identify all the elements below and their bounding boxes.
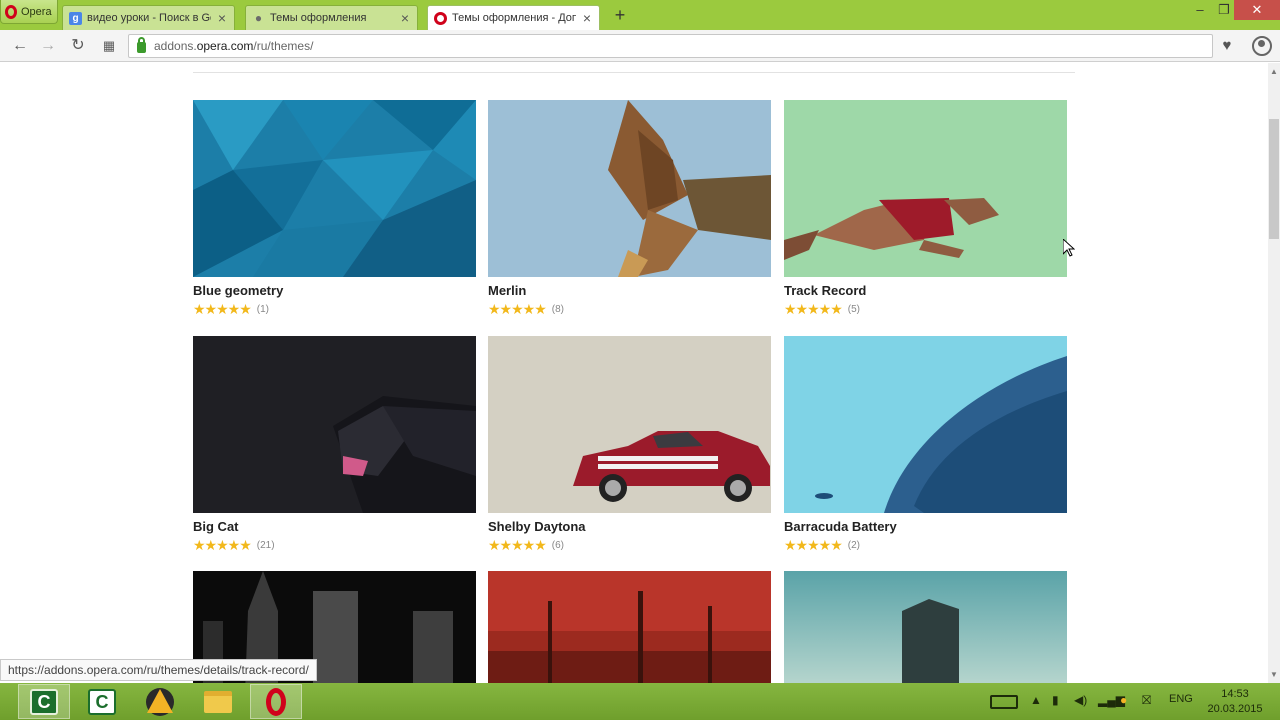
forward-icon[interactable]: → bbox=[38, 36, 58, 56]
speed-dial-grid-icon[interactable]: ▦ bbox=[99, 36, 119, 56]
camtasia-studio-icon[interactable]: C bbox=[76, 684, 128, 719]
network-icon[interactable]: ⛝ bbox=[1142, 693, 1151, 708]
rating-count: (2) bbox=[847, 539, 860, 551]
star-rating-icon: ★★★★★ bbox=[784, 301, 843, 317]
star-rating-icon: ★★★★★ bbox=[488, 301, 547, 317]
rating-count: (1) bbox=[256, 303, 269, 315]
tab-title: Темы оформления - Дополнения bbox=[452, 12, 576, 24]
back-icon[interactable]: ← bbox=[10, 36, 30, 56]
scroll-thumb[interactable] bbox=[1269, 119, 1279, 239]
theme-thumbnail[interactable] bbox=[488, 336, 771, 513]
theme-thumbnail[interactable] bbox=[488, 571, 771, 683]
theme-rating: ★★★★★ (2) bbox=[784, 538, 1067, 552]
opera-menu-button[interactable]: Opera bbox=[0, 0, 58, 24]
scroll-up-arrow-icon[interactable]: ▲ bbox=[1270, 67, 1278, 76]
rating-count: (21) bbox=[256, 539, 275, 551]
theme-card-track-record[interactable]: Track Record ★★★★★ (5) bbox=[784, 100, 1067, 316]
theme-thumbnail[interactable] bbox=[784, 336, 1067, 513]
touch-keyboard-icon[interactable] bbox=[990, 695, 1018, 709]
language-indicator[interactable]: ENG bbox=[1169, 693, 1193, 705]
close-tab-icon[interactable]: × bbox=[581, 10, 593, 26]
theme-rating: ★★★★★ (6) bbox=[488, 538, 771, 552]
theme-drop-icon: ● bbox=[254, 11, 263, 25]
new-tab-button[interactable]: + bbox=[611, 6, 629, 24]
theme-card-merlin[interactable]: Merlin ★★★★★ (8) bbox=[488, 100, 771, 316]
reload-icon[interactable]: ↻ bbox=[68, 36, 88, 56]
theme-thumbnail[interactable] bbox=[193, 336, 476, 513]
opera-icon[interactable] bbox=[250, 684, 302, 719]
tab-themes[interactable]: ● Темы оформления × bbox=[245, 5, 418, 30]
clock[interactable]: 14:53 20.03.2015 bbox=[1205, 687, 1265, 717]
scroll-down-arrow-icon[interactable]: ▼ bbox=[1270, 670, 1278, 679]
close-tab-icon[interactable]: × bbox=[399, 10, 411, 26]
theme-rating: ★★★★★ (1) bbox=[193, 302, 476, 316]
close-window-icon[interactable]: ✕ bbox=[1234, 0, 1280, 20]
opera-icon bbox=[434, 11, 447, 25]
camtasia-recorder-icon[interactable]: C bbox=[18, 684, 70, 719]
lock-icon bbox=[137, 36, 146, 53]
tab-google-search[interactable]: g видео уроки - Поиск в Google × bbox=[62, 5, 235, 30]
profile-icon[interactable] bbox=[1252, 36, 1272, 56]
mouse-cursor-icon bbox=[1063, 239, 1075, 257]
theme-card-tower[interactable] bbox=[784, 571, 1067, 683]
volume-icon[interactable]: ◀) bbox=[1074, 693, 1087, 707]
url-text[interactable]: addons.opera.com/ru/themes/ bbox=[154, 39, 313, 53]
show-hidden-icons-icon[interactable]: ▲ bbox=[1030, 693, 1042, 707]
clock-date: 20.03.2015 bbox=[1207, 703, 1263, 715]
theme-title[interactable]: Big Cat bbox=[193, 519, 476, 535]
device-icon[interactable]: ▮ bbox=[1052, 693, 1059, 707]
star-rating-icon: ★★★★★ bbox=[193, 301, 252, 317]
tab-themes-addons[interactable]: Темы оформления - Дополнения × bbox=[427, 5, 600, 30]
theme-title[interactable]: Barracuda Battery bbox=[784, 519, 1067, 535]
theme-rating: ★★★★★ (8) bbox=[488, 302, 771, 316]
theme-title[interactable]: Track Record bbox=[784, 283, 1067, 299]
navigation-toolbar: ← → ↻ ▦ addons.opera.com/ru/themes/ ♥ bbox=[0, 30, 1280, 62]
page-scrollbar[interactable]: ▲ ▼ bbox=[1268, 63, 1280, 683]
theme-rating: ★★★★★ (5) bbox=[784, 302, 1067, 316]
windows-taskbar: C C ▲ ▮ ◀) ▂▄▆ ● ⛝ ENG 14:53 20.03.2015 bbox=[0, 683, 1280, 720]
close-tab-icon[interactable]: × bbox=[216, 10, 228, 26]
theme-thumbnail[interactable] bbox=[488, 100, 771, 277]
theme-thumbnail[interactable] bbox=[784, 571, 1067, 683]
opera-menu-label: Opera bbox=[21, 5, 52, 18]
status-link-preview: https://addons.opera.com/ru/themes/detai… bbox=[0, 659, 317, 681]
theme-title[interactable]: Shelby Daytona bbox=[488, 519, 771, 535]
rating-count: (6) bbox=[551, 539, 564, 551]
heart-bookmark-icon[interactable]: ♥ bbox=[1216, 35, 1238, 57]
divider bbox=[193, 72, 1075, 73]
rating-count: (8) bbox=[551, 303, 564, 315]
theme-title[interactable]: Blue geometry bbox=[193, 283, 476, 299]
star-rating-icon: ★★★★★ bbox=[488, 537, 547, 553]
aimp-icon[interactable] bbox=[134, 684, 186, 719]
address-bar[interactable]: addons.opera.com/ru/themes/ bbox=[128, 34, 1213, 58]
themes-page: Blue geometry ★★★★★ (1) Merlin ★★★★★ (8) bbox=[0, 63, 1268, 683]
clock-time: 14:53 bbox=[1221, 688, 1249, 700]
file-explorer-icon[interactable] bbox=[192, 684, 244, 719]
theme-title[interactable]: Merlin bbox=[488, 283, 771, 299]
theme-thumbnail[interactable] bbox=[784, 100, 1067, 277]
app-tray-icon[interactable]: ● bbox=[1120, 693, 1127, 707]
theme-card-red-forest[interactable] bbox=[488, 571, 771, 683]
theme-card-shelby-daytona[interactable]: Shelby Daytona ★★★★★ (6) bbox=[488, 336, 771, 552]
theme-card-blue-geometry[interactable]: Blue geometry ★★★★★ (1) bbox=[193, 100, 476, 316]
google-icon: g bbox=[69, 11, 82, 25]
tab-strip: Opera g видео уроки - Поиск в Google × ●… bbox=[0, 0, 1280, 30]
opera-logo-icon bbox=[5, 4, 17, 19]
theme-rating: ★★★★★ (21) bbox=[193, 538, 476, 552]
theme-thumbnail[interactable] bbox=[193, 100, 476, 277]
star-rating-icon: ★★★★★ bbox=[193, 537, 252, 553]
tab-title: видео уроки - Поиск в Google bbox=[87, 12, 211, 24]
rating-count: (5) bbox=[847, 303, 860, 315]
theme-card-big-cat[interactable]: Big Cat ★★★★★ (21) bbox=[193, 336, 476, 552]
tab-title: Темы оформления bbox=[270, 12, 367, 24]
star-rating-icon: ★★★★★ bbox=[784, 537, 843, 553]
theme-card-barracuda-battery[interactable]: Barracuda Battery ★★★★★ (2) bbox=[784, 336, 1067, 552]
